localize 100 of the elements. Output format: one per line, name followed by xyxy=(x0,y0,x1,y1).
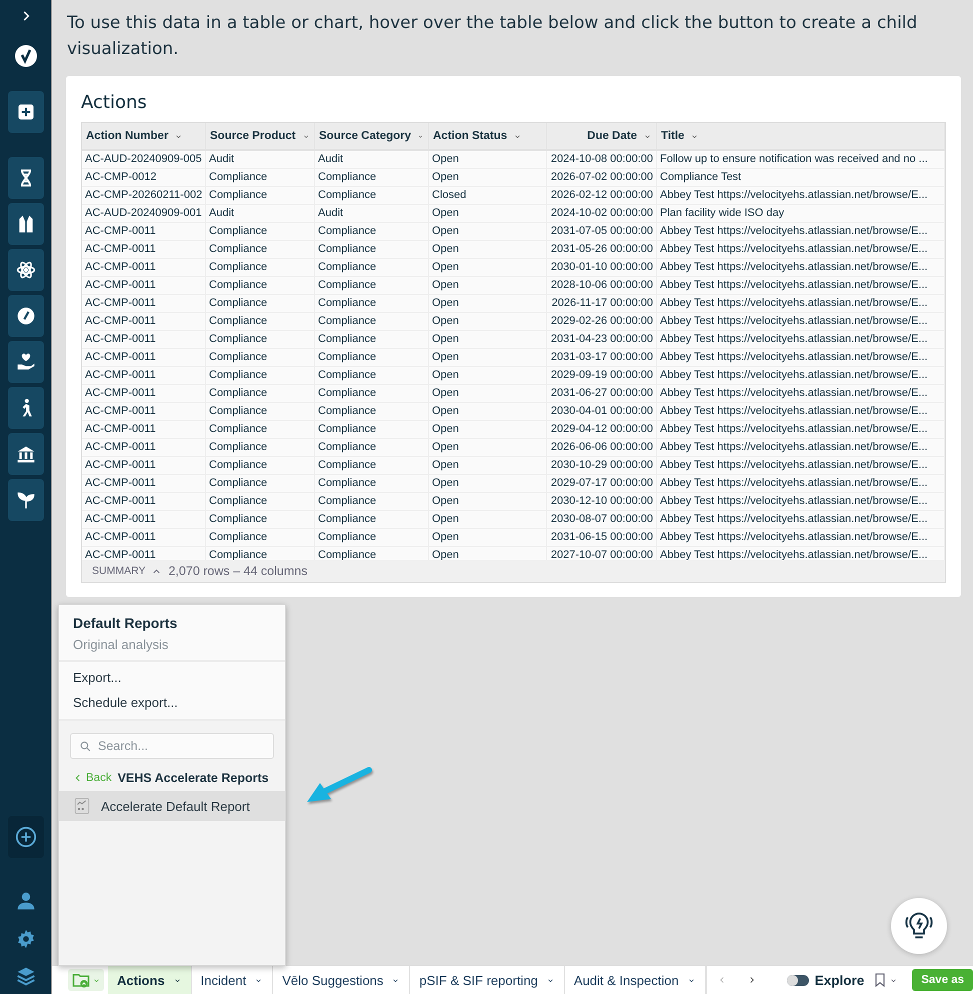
column-header[interactable]: Title xyxy=(657,123,945,149)
table-cell: Open xyxy=(429,439,547,456)
table-cell: Compliance xyxy=(206,349,315,366)
table-cell: Compliance xyxy=(206,295,315,312)
table-cell: AC-CMP-0011 xyxy=(82,367,206,384)
table-cell: AC-CMP-0011 xyxy=(82,313,206,330)
table-cell: 2031-06-27 00:00:00 xyxy=(547,385,657,402)
table-cell: Abbey Test https://velocityehs.atlassian.net/browse/E... xyxy=(657,367,945,384)
column-header[interactable]: Source Category xyxy=(315,123,429,149)
search-field[interactable]: Search... xyxy=(70,733,274,759)
table-cell: 2026-06-06 00:00:00 xyxy=(547,439,657,456)
menu-item[interactable]: Export... xyxy=(59,665,285,690)
logo-icon xyxy=(14,44,38,68)
table-cell: Abbey Test https://velocityehs.atlassian.net/browse/E... xyxy=(657,385,945,402)
table-cell: AC-CMP-0011 xyxy=(82,241,206,258)
table-cell: Compliance xyxy=(206,403,315,420)
table-cell: Compliance xyxy=(206,241,315,258)
table-cell: 2024-10-02 00:00:00 xyxy=(547,205,657,222)
table-cell: 2030-04-01 00:00:00 xyxy=(547,403,657,420)
add-button[interactable] xyxy=(8,91,44,133)
table-cell: AC-AUD-20240909-001 xyxy=(82,205,206,222)
bank-icon xyxy=(16,444,36,464)
table-cell: Open xyxy=(429,169,547,186)
dna-button[interactable] xyxy=(8,157,44,199)
table-cell: Abbey Test https://velocityehs.atlassian.net/browse/E... xyxy=(657,187,945,204)
table-cell: AC-CMP-0011 xyxy=(82,259,206,276)
card-title: Actions xyxy=(81,92,148,113)
table-cell: Audit xyxy=(315,205,429,222)
table-cell: Compliance xyxy=(206,259,315,276)
table-cell: Follow up to ensure notification was received and no ... xyxy=(657,151,945,168)
table-cell: Open xyxy=(429,421,547,438)
table-cell: Open xyxy=(429,331,547,348)
menu-item[interactable]: Schedule export... xyxy=(59,690,285,715)
table-cell: 2029-09-19 00:00:00 xyxy=(547,367,657,384)
table-cell: Compliance xyxy=(315,223,429,240)
table-cell: AC-CMP-0011 xyxy=(82,277,206,294)
hand-heart-button[interactable] xyxy=(8,341,44,383)
table-cell: Open xyxy=(429,241,547,258)
walking-person-button[interactable] xyxy=(8,387,44,429)
column-header[interactable]: Source Product xyxy=(206,123,315,149)
table-cell: 2029-04-12 00:00:00 xyxy=(547,421,657,438)
table-cell: Compliance xyxy=(315,187,429,204)
table-cell: 2028-10-06 00:00:00 xyxy=(547,277,657,294)
table-cell: 2030-08-07 00:00:00 xyxy=(547,511,657,528)
table-cell: Open xyxy=(429,385,547,402)
report-item[interactable]: Accelerate Default Report xyxy=(59,791,285,821)
table-cell: AC-CMP-0011 xyxy=(82,295,206,312)
menu-subtitle: Original analysis xyxy=(73,637,168,652)
column-header[interactable]: Due Date xyxy=(547,123,657,149)
table-cell: Abbey Test https://velocityehs.atlassian.net/browse/E... xyxy=(657,457,945,474)
table-cell: Compliance xyxy=(315,511,429,528)
table-cell: Audit xyxy=(315,151,429,168)
table-cell: Open xyxy=(429,493,547,510)
bank-button[interactable] xyxy=(8,433,44,475)
table-cell: Abbey Test https://velocityehs.atlassian.net/browse/E... xyxy=(657,295,945,312)
table-cell: Open xyxy=(429,151,547,168)
table-cell: Closed xyxy=(429,187,547,204)
table-cell: Audit xyxy=(206,151,315,168)
table-cell: AC-CMP-0011 xyxy=(82,331,206,348)
table-cell: Abbey Test https://velocityehs.atlassian.net/browse/E... xyxy=(657,223,945,240)
menu-title: Default Reports xyxy=(73,615,178,631)
table-cell: Open xyxy=(429,511,547,528)
table-cell: Compliance xyxy=(315,529,429,546)
add-icon xyxy=(16,102,36,122)
table-cell: AC-CMP-0011 xyxy=(82,421,206,438)
column-header[interactable]: Action Number xyxy=(82,123,206,149)
table-cell: Open xyxy=(429,259,547,276)
table-cell: Compliance xyxy=(206,511,315,528)
add-circle-button[interactable] xyxy=(8,816,44,858)
table-cell: Open xyxy=(429,205,547,222)
table-cell: Open xyxy=(429,529,547,546)
summary-text: 2,070 rows – 44 columns xyxy=(168,564,308,578)
table-cell: Abbey Test https://velocityehs.atlassian.net/browse/E... xyxy=(657,439,945,456)
table-cell: 2030-12-10 00:00:00 xyxy=(547,493,657,510)
table-cell: 2031-05-26 00:00:00 xyxy=(547,241,657,258)
table-cell: Compliance xyxy=(206,187,315,204)
table-cell: Compliance xyxy=(315,421,429,438)
table-cell: Compliance xyxy=(206,367,315,384)
table-cell: 2030-01-10 00:00:00 xyxy=(547,259,657,276)
table-cell: Compliance xyxy=(315,349,429,366)
column-header[interactable]: Action Status xyxy=(429,123,547,149)
insights-button[interactable] xyxy=(891,898,947,954)
table-cell: AC-CMP-0011 xyxy=(82,385,206,402)
table-cell: 2030-10-29 00:00:00 xyxy=(547,457,657,474)
table-cell: Abbey Test https://velocityehs.atlassian.net/browse/E... xyxy=(657,475,945,492)
table-cell: Compliance xyxy=(206,313,315,330)
summary-label: SUMMARY xyxy=(92,565,146,577)
sprout-icon xyxy=(16,490,36,510)
table-cell: Compliance xyxy=(315,403,429,420)
table-cell: Compliance xyxy=(206,529,315,546)
table-cell: Abbey Test https://velocityehs.atlassian.net/browse/E... xyxy=(657,313,945,330)
atom-button[interactable] xyxy=(8,249,44,291)
report-tab[interactable]: Actions xyxy=(108,966,192,994)
gauge-button[interactable] xyxy=(8,295,44,337)
sprout-button[interactable] xyxy=(8,479,44,521)
report-icon xyxy=(73,797,91,815)
atom-icon xyxy=(16,260,36,280)
folder-title: VEHS Accelerate Reports xyxy=(118,771,269,785)
intro-text: To use this data in a table or chart, hover over the table below and click the button to create a child visualization. xyxy=(67,12,918,61)
table-cell: AC-CMP-0012 xyxy=(82,169,206,186)
